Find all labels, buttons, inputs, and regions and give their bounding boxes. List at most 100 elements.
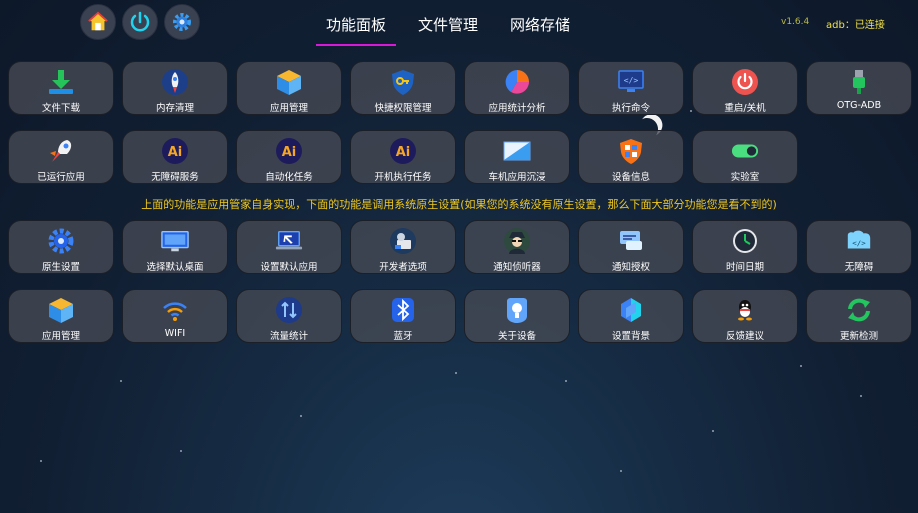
wallpaper-icon — [621, 298, 641, 322]
tile-label: 选择默认桌面 — [146, 262, 204, 273]
tile-label: 已运行应用 — [37, 172, 85, 183]
tile-label: 时间日期 — [725, 262, 764, 273]
code-monitor-icon: </> — [618, 70, 644, 92]
function-grid-row1: 文件下载 内存清理 应用管理 快捷权限管理 应用统计分析 </> 执行命令 重启… — [8, 61, 912, 115]
set-background-button[interactable]: 设置背景 — [578, 289, 684, 343]
developer-options-button[interactable]: 开发者选项 — [350, 220, 456, 274]
tile-label: 车机应用沉浸 — [488, 172, 546, 183]
about-icon — [507, 298, 527, 323]
box-icon — [49, 298, 73, 323]
tile-label: 反馈建议 — [725, 331, 764, 342]
svg-text:Ai: Ai — [282, 145, 297, 160]
traffic-stats-button[interactable]: 流量统计 — [236, 289, 342, 343]
rocket-icon — [162, 69, 188, 95]
native-settings-button[interactable]: 原生设置 — [8, 220, 114, 274]
code-box-icon: </> — [847, 230, 871, 249]
tile-label: 应用管理 — [41, 331, 80, 342]
wifi-button[interactable]: WIFI — [122, 289, 228, 343]
shield-key-icon — [392, 70, 414, 95]
tile-label: 设备信息 — [611, 172, 650, 183]
running-apps-button[interactable]: 已运行应用 — [8, 130, 114, 184]
function-grid-row4: 应用管理 WIFI 流量统计 蓝牙 关于设备 设置背景 反馈建议 更新检测 — [8, 289, 912, 343]
bluetooth-button[interactable]: 蓝牙 — [350, 289, 456, 343]
boot-task-button[interactable]: Ai 开机执行任务 — [350, 130, 456, 184]
laptop-icon — [275, 230, 303, 250]
tile-label: 无障碍 — [844, 262, 874, 273]
ai-icon: Ai — [162, 138, 188, 164]
function-grid-row3: 原生设置 选择默认桌面 设置默认应用 开发者选项 通知侦听器 通知授权 时间日期… — [8, 220, 912, 274]
ai-icon: Ai — [276, 138, 302, 164]
wifi-icon — [163, 302, 187, 321]
tile-label: 通知授权 — [611, 262, 650, 273]
power-button[interactable] — [122, 4, 158, 40]
memory-clean-button[interactable]: 内存清理 — [122, 61, 228, 115]
tile-label: 关于设备 — [497, 331, 536, 342]
home-button[interactable] — [80, 4, 116, 40]
spy-icon — [504, 228, 530, 254]
feedback-button[interactable]: 反馈建议 — [692, 289, 798, 343]
tile-label: 执行命令 — [611, 103, 650, 114]
tile-label: 应用统计分析 — [488, 103, 546, 114]
date-time-button[interactable]: 时间日期 — [692, 220, 798, 274]
tab-function-panel[interactable]: 功能面板 — [310, 0, 402, 46]
tile-label: OTG-ADB — [836, 100, 882, 111]
automation-task-button[interactable]: Ai 自动化任务 — [236, 130, 342, 184]
notification-auth-button[interactable]: 通知授权 — [578, 220, 684, 274]
notice-text: 上面的功能是应用管家自身实现，下面的功能是调用系统原生设置(如果您的系统没有原生… — [141, 198, 777, 211]
refresh-icon — [848, 298, 870, 322]
device-info-button[interactable]: 设备信息 — [578, 130, 684, 184]
qq-icon — [738, 300, 752, 321]
accessibility-service-button[interactable]: Ai 无障碍服务 — [122, 130, 228, 184]
car-immersive-button[interactable]: 车机应用沉浸 — [464, 130, 570, 184]
tile-label: 内存清理 — [155, 103, 194, 114]
lab-button[interactable]: 实验室 — [692, 130, 798, 184]
tile-label: 文件下载 — [41, 103, 80, 114]
tile-label: 无障碍服务 — [151, 172, 199, 183]
clock-icon — [733, 229, 757, 253]
execute-command-button[interactable]: </> 执行命令 — [578, 61, 684, 115]
gear-icon — [48, 228, 74, 254]
tile-label: 蓝牙 — [393, 331, 413, 342]
app-stats-button[interactable]: 应用统计分析 — [464, 61, 570, 115]
developer-icon — [390, 228, 416, 254]
accessibility-button[interactable]: </> 无障碍 — [806, 220, 912, 274]
tab-network-storage[interactable]: 网络存储 — [494, 0, 586, 46]
download-icon — [49, 70, 73, 94]
otg-adb-button[interactable]: OTG-ADB — [806, 61, 912, 115]
tile-label: 设置背景 — [611, 331, 650, 342]
adb-status: adb：已连接 — [826, 20, 885, 31]
tile-label: 开机执行任务 — [374, 172, 432, 183]
rocket-icon — [50, 140, 72, 162]
tile-label: 开发者选项 — [379, 262, 427, 273]
notification-listener-button[interactable]: 通知侦听器 — [464, 220, 570, 274]
main-tabs: 功能面板 文件管理 网络存储 — [310, 0, 586, 46]
svg-text:</>: </> — [624, 76, 639, 85]
chat-icon — [620, 231, 642, 250]
ai-icon: Ai — [390, 138, 416, 164]
file-download-button[interactable]: 文件下载 — [8, 61, 114, 115]
about-device-button[interactable]: 关于设备 — [464, 289, 570, 343]
default-launcher-button[interactable]: 选择默认桌面 — [122, 220, 228, 274]
tile-label: 自动化任务 — [265, 172, 313, 183]
tile-label: 通知侦听器 — [493, 262, 541, 273]
screen-icon — [503, 141, 531, 161]
svg-text:</>: </> — [852, 239, 866, 248]
tile-label: WIFI — [164, 328, 186, 339]
tab-file-manager[interactable]: 文件管理 — [402, 0, 494, 46]
update-check-button[interactable]: 更新检测 — [806, 289, 912, 343]
box-icon — [277, 70, 301, 95]
app-manage-native-button[interactable]: 应用管理 — [8, 289, 114, 343]
settings-button[interactable] — [164, 4, 200, 40]
power-icon — [732, 69, 758, 95]
bluetooth-icon — [392, 298, 414, 322]
svg-text:Ai: Ai — [396, 145, 411, 160]
tile-label: 快捷权限管理 — [374, 103, 432, 114]
reboot-shutdown-button[interactable]: 重启/关机 — [692, 61, 798, 115]
tile-label: 原生设置 — [41, 262, 80, 273]
app-manage-button[interactable]: 应用管理 — [236, 61, 342, 115]
quick-permission-button[interactable]: 快捷权限管理 — [350, 61, 456, 115]
traffic-icon — [276, 297, 302, 323]
tile-label: 设置默认应用 — [260, 262, 318, 273]
usb-icon — [853, 70, 865, 94]
default-app-button[interactable]: 设置默认应用 — [236, 220, 342, 274]
